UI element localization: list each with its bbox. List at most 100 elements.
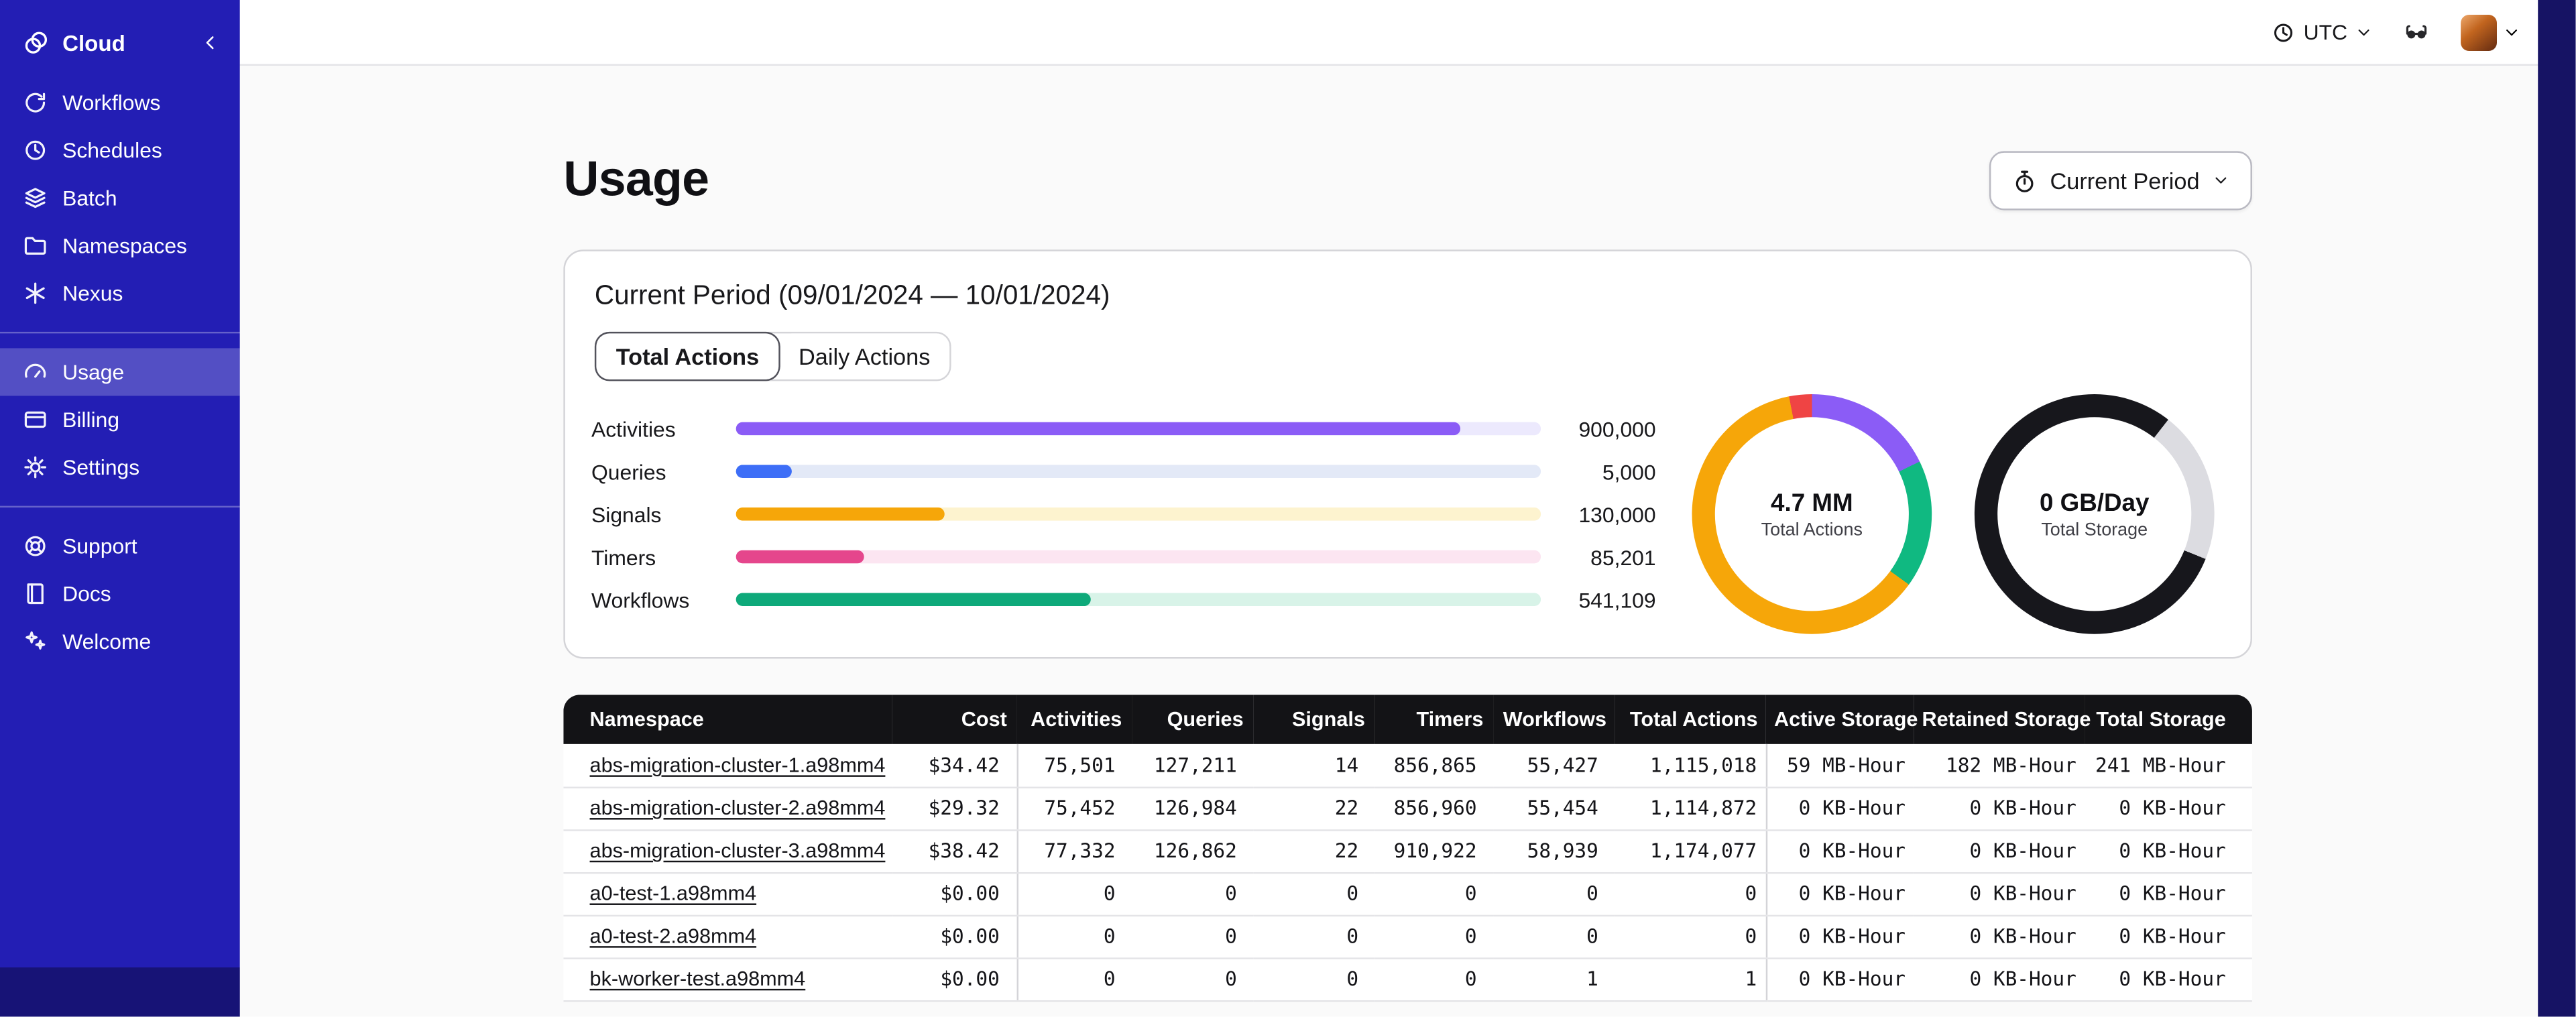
docs-icon: [23, 581, 48, 606]
sidebar-item-settings[interactable]: Settings: [0, 444, 240, 491]
sidebar-item-label: Settings: [62, 455, 140, 480]
usage-bar-queries: Queries 5,000: [591, 450, 1656, 493]
tab-daily-actions[interactable]: Daily Actions: [778, 333, 950, 379]
table-cell: 0: [1016, 957, 1132, 1002]
column-header-total-storage: Total Storage: [2085, 695, 2252, 744]
table-cell: 0 KB-Hour: [2085, 957, 2252, 1002]
sidebar-item-usage[interactable]: Usage: [0, 348, 240, 396]
table-cell: 0: [1132, 914, 1254, 959]
table-cell: 0: [1132, 957, 1254, 1002]
column-header-total-actions: Total Actions: [1615, 695, 1766, 744]
sidebar-item-docs[interactable]: Docs: [0, 570, 240, 617]
table-cell: 0 KB-Hour: [2085, 786, 2252, 831]
table-row: a0-test-1.a98mm4 $0.00 0 0 0 0 0 0 0 KB-Hour 0 KB…: [563, 872, 2252, 916]
table-cell: 127,211: [1132, 743, 1254, 788]
usage-bar-signals: Signals 130,000: [591, 493, 1656, 536]
bar-track: [736, 507, 1541, 521]
table-cell: 0: [1615, 914, 1766, 959]
sidebar-item-welcome[interactable]: Welcome: [0, 617, 240, 665]
table-cell: 0 KB-Hour: [2085, 872, 2252, 916]
content: Usage Current Period Current Period (09/…: [240, 66, 2576, 1017]
bar-track: [736, 422, 1541, 436]
table-cell: 1: [1493, 957, 1615, 1002]
sidebar-brand[interactable]: Cloud: [0, 17, 240, 69]
sidebar-item-label: Usage: [62, 359, 125, 385]
column-header-signals: Signals: [1253, 695, 1375, 744]
donut-chart-total-storage: 0 GB/Day Total Storage: [1974, 394, 2215, 634]
sidebar-item-batch[interactable]: Batch: [0, 174, 240, 222]
table-cell: 1,114,872: [1615, 786, 1766, 831]
table-cell: $34.42: [892, 743, 1017, 788]
tab-total-actions[interactable]: Total Actions: [596, 333, 779, 379]
namespace-cell: abs-migration-cluster-2.a98mm4: [563, 786, 892, 831]
bar-label: Queries: [591, 459, 666, 484]
card-title: Current Period (09/01/2024 — 10/01/2024): [594, 280, 1110, 311]
namespace-link[interactable]: a0-test-1.a98mm4: [590, 882, 757, 905]
sidebar-item-namespaces[interactable]: Namespaces: [0, 222, 240, 270]
app-root: Cloud Workflows Schedules Batch Namespaces N…: [0, 0, 2576, 1017]
namespace-link[interactable]: abs-migration-cluster-1.a98mm4: [590, 754, 886, 776]
sidebar-item-workflows[interactable]: Workflows: [0, 79, 240, 127]
table-cell: 0: [1374, 957, 1494, 1002]
table-cell: 0 KB-Hour: [1914, 957, 2085, 1002]
usage-bar-timers: Timers 85,201: [591, 536, 1656, 579]
avatar: [2461, 13, 2497, 50]
sidebar-item-support[interactable]: Support: [0, 522, 240, 570]
bar-label: Workflows: [591, 587, 690, 612]
sidebar-item-label: Workflows: [62, 90, 161, 115]
brand-label: Cloud: [62, 30, 125, 56]
bar-fill: [736, 593, 1090, 607]
table-cell: 55,454: [1493, 786, 1615, 831]
donut-value: 4.7 MM: [1771, 488, 1853, 517]
glasses-icon[interactable]: [2402, 19, 2431, 44]
usage-summary-card: Current Period (09/01/2024 — 10/01/2024)…: [563, 249, 2252, 659]
sidebar-item-label: Batch: [62, 185, 117, 211]
bar-track: [736, 550, 1541, 564]
table-cell: 59 MB-Hour: [1765, 743, 1914, 788]
namespace-cell: abs-migration-cluster-3.a98mm4: [563, 829, 892, 874]
table-cell: 0: [1374, 914, 1494, 959]
table-cell: 0 KB-Hour: [1914, 872, 2085, 916]
namespace-link[interactable]: a0-test-2.a98mm4: [590, 924, 757, 947]
table-cell: 1,174,077: [1615, 829, 1766, 874]
screen: Cloud Workflows Schedules Batch Namespaces N…: [0, 0, 2576, 1017]
namespace-link[interactable]: abs-migration-cluster-2.a98mm4: [590, 796, 886, 819]
bar-value: 5,000: [1602, 459, 1656, 484]
sidebar: Cloud Workflows Schedules Batch Namespaces N…: [0, 0, 240, 1017]
table-cell: 55,427: [1493, 743, 1615, 788]
bar-track: [736, 465, 1541, 478]
sidebar-item-label: Welcome: [62, 629, 152, 654]
sidebar-item-billing[interactable]: Billing: [0, 396, 240, 443]
bar-fill: [736, 550, 865, 564]
bar-fill: [736, 507, 945, 521]
namespace-link[interactable]: abs-migration-cluster-3.a98mm4: [590, 839, 886, 862]
bar-fill: [736, 465, 793, 478]
table-row: bk-worker-test.a98mm4 $0.00 0 0 0 0 1 1 0 KB-Hou…: [563, 957, 2252, 1002]
table-cell: 856,960: [1374, 786, 1494, 831]
period-selector-button[interactable]: Current Period: [1989, 151, 2252, 211]
bar-track: [736, 593, 1541, 607]
user-menu[interactable]: [2461, 13, 2520, 50]
timezone-selector[interactable]: UTC: [2272, 19, 2372, 44]
usage-bar-workflows: Workflows 541,109: [591, 578, 1656, 621]
sidebar-footer: [0, 967, 240, 1017]
table-cell: 0: [1374, 872, 1494, 916]
table-cell: 0 KB-Hour: [2085, 829, 2252, 874]
sidebar-item-schedules[interactable]: Schedules: [0, 127, 240, 174]
table-cell: 1: [1615, 957, 1766, 1002]
column-header-namespace: Namespace: [563, 695, 892, 744]
table-cell: 22: [1253, 786, 1375, 831]
namespace-link[interactable]: bk-worker-test.a98mm4: [590, 967, 806, 990]
table-cell: 0: [1253, 914, 1375, 959]
chevron-down-icon: [2213, 172, 2229, 189]
chevron-left-icon[interactable]: [200, 33, 220, 52]
sidebar-item-nexus[interactable]: Nexus: [0, 270, 240, 317]
table-cell: $29.32: [892, 786, 1017, 831]
table-cell: 0 KB-Hour: [1765, 829, 1914, 874]
table-cell: 126,984: [1132, 786, 1254, 831]
bar-fill: [736, 422, 1461, 436]
usage-bar-activities: Activities 900,000: [591, 408, 1656, 451]
table-cell: 22: [1253, 829, 1375, 874]
table-cell: 0 KB-Hour: [2085, 914, 2252, 959]
table-cell: 0 KB-Hour: [1765, 957, 1914, 1002]
